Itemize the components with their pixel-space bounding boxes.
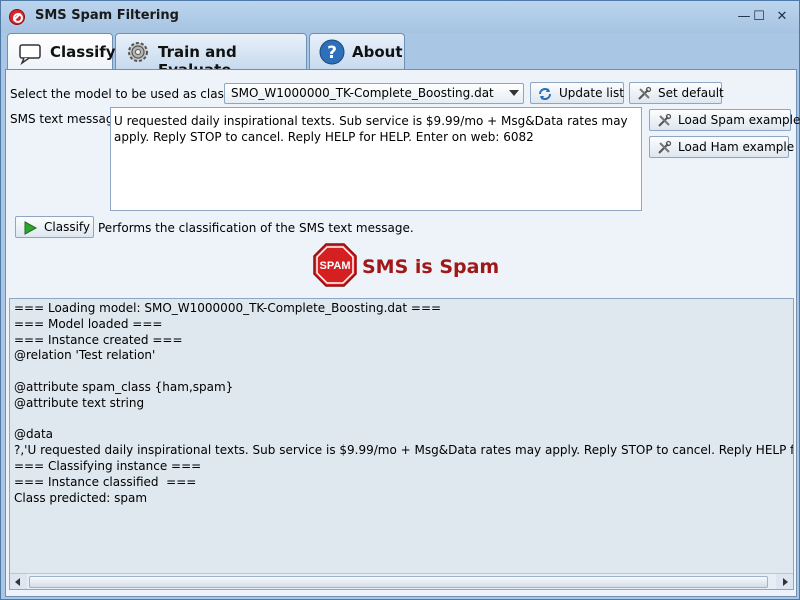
classify-description: Performs the classification of the SMS t… xyxy=(98,221,414,235)
speech-bubble-icon xyxy=(19,44,41,66)
svg-text:SPAM: SPAM xyxy=(320,260,351,272)
tab-about[interactable]: ? About xyxy=(309,33,405,69)
tools-icon xyxy=(658,140,672,154)
classify-panel: Select the model to be used as classifie… xyxy=(5,69,800,597)
log-output[interactable]: === Loading model: SMO_W1000000_TK-Compl… xyxy=(9,298,794,590)
log-lines: === Loading model: SMO_W1000000_TK-Compl… xyxy=(14,301,794,506)
classify-button-label: Classify xyxy=(44,220,91,234)
scroll-right-icon[interactable] xyxy=(776,574,793,589)
close-button[interactable]: ✕ xyxy=(773,8,791,26)
log-line: @data xyxy=(14,427,54,442)
set-default-label: Set default xyxy=(658,86,724,100)
load-ham-example-label: Load Ham example xyxy=(678,140,795,154)
refresh-icon xyxy=(539,88,551,100)
play-icon xyxy=(24,221,38,235)
log-line: === Loading model: SMO_W1000000_TK-Compl… xyxy=(14,301,442,315)
classification-result: SMS is Spam xyxy=(362,256,500,278)
log-line: ?,'U requested daily inspirational texts… xyxy=(14,443,794,458)
help-icon: ? xyxy=(319,39,345,65)
scrollbar-thumb[interactable] xyxy=(29,576,768,588)
spam-stop-sign-icon: SPAM xyxy=(313,243,357,287)
scroll-left-icon[interactable] xyxy=(10,574,27,589)
load-spam-example-button[interactable]: Load Spam example xyxy=(649,109,800,131)
title-bar[interactable]: SMS Spam Filtering — ☐ ✕ xyxy=(1,1,799,33)
log-line: === Model loaded === xyxy=(14,316,163,331)
tools-icon xyxy=(658,113,672,127)
tab-classify[interactable]: Classify xyxy=(7,33,116,70)
log-line: @relation 'Test relation' xyxy=(14,348,156,363)
classify-button[interactable]: Classify xyxy=(15,216,94,238)
sms-text-input[interactable]: U requested daily inspirational texts. S… xyxy=(110,107,642,211)
log-line: @attribute text string xyxy=(14,395,145,410)
set-default-button[interactable]: Set default xyxy=(629,82,724,104)
sms-text-label: SMS text message xyxy=(10,112,121,126)
tab-classify-label: Classify xyxy=(50,43,116,61)
model-select-value: SMO_W1000000_TK-Complete_Boosting.dat xyxy=(231,86,494,100)
horizontal-scrollbar[interactable] xyxy=(10,573,793,589)
tab-about-label: About xyxy=(352,43,403,61)
app-window: SMS Spam Filtering — ☐ ✕ Classify Train … xyxy=(0,0,800,600)
load-spam-example-label: Load Spam example xyxy=(678,113,800,127)
model-label: Select the model to be used as classifie… xyxy=(10,87,254,101)
tools-icon xyxy=(638,86,652,100)
gear-icon xyxy=(128,42,148,62)
log-line: Class predicted: spam xyxy=(14,490,148,505)
log-line: === Instance classified === xyxy=(14,474,197,489)
tab-bar: Classify Train and Evaluate ? About xyxy=(1,33,799,79)
chevron-down-icon xyxy=(509,90,519,96)
load-ham-example-button[interactable]: Load Ham example xyxy=(649,136,794,158)
window-title: SMS Spam Filtering xyxy=(35,8,179,23)
stop-sign-icon xyxy=(9,9,25,25)
update-list-label: Update list xyxy=(559,86,624,100)
svg-text:?: ? xyxy=(327,43,337,63)
model-select[interactable]: SMO_W1000000_TK-Complete_Boosting.dat xyxy=(224,83,524,104)
log-line: === Classifying instance === xyxy=(14,458,202,473)
log-line: @attribute spam_class {ham,spam} xyxy=(14,379,234,394)
log-line: === Instance created === xyxy=(14,332,183,347)
update-list-button[interactable]: Update list xyxy=(530,82,624,104)
maximize-button[interactable]: ☐ xyxy=(750,8,768,26)
tab-train-and-evaluate[interactable]: Train and Evaluate xyxy=(115,33,307,79)
